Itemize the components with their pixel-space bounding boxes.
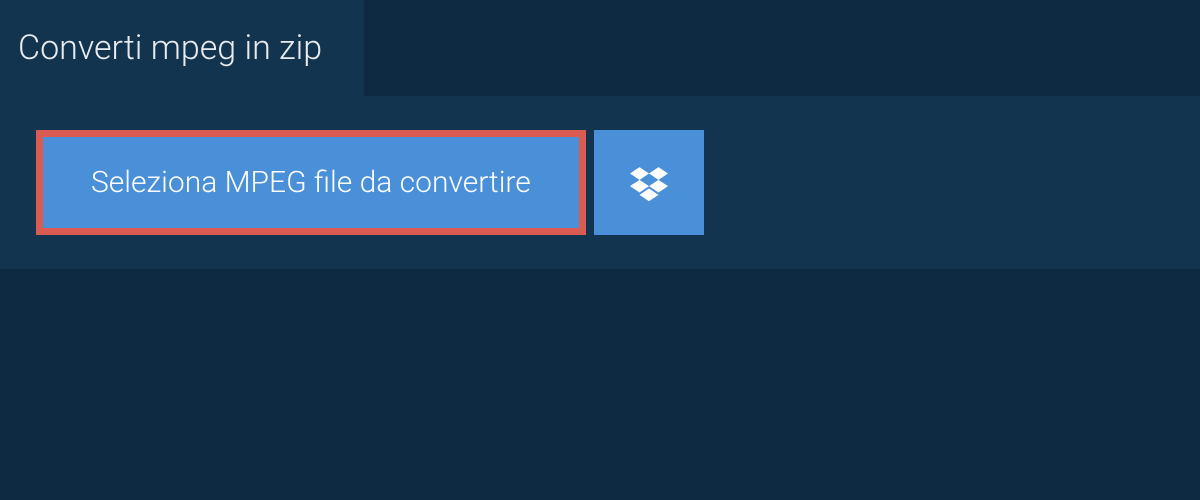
dropbox-button[interactable] <box>594 130 704 235</box>
button-row: Seleziona MPEG file da convertire <box>36 130 1164 235</box>
select-file-label: Seleziona MPEG file da convertire <box>91 165 531 200</box>
conversion-panel: Seleziona MPEG file da convertire <box>0 96 1200 269</box>
dropbox-icon <box>630 164 668 202</box>
select-file-button[interactable]: Seleziona MPEG file da convertire <box>36 130 586 235</box>
tab-convert[interactable]: Converti mpeg in zip <box>0 0 364 96</box>
